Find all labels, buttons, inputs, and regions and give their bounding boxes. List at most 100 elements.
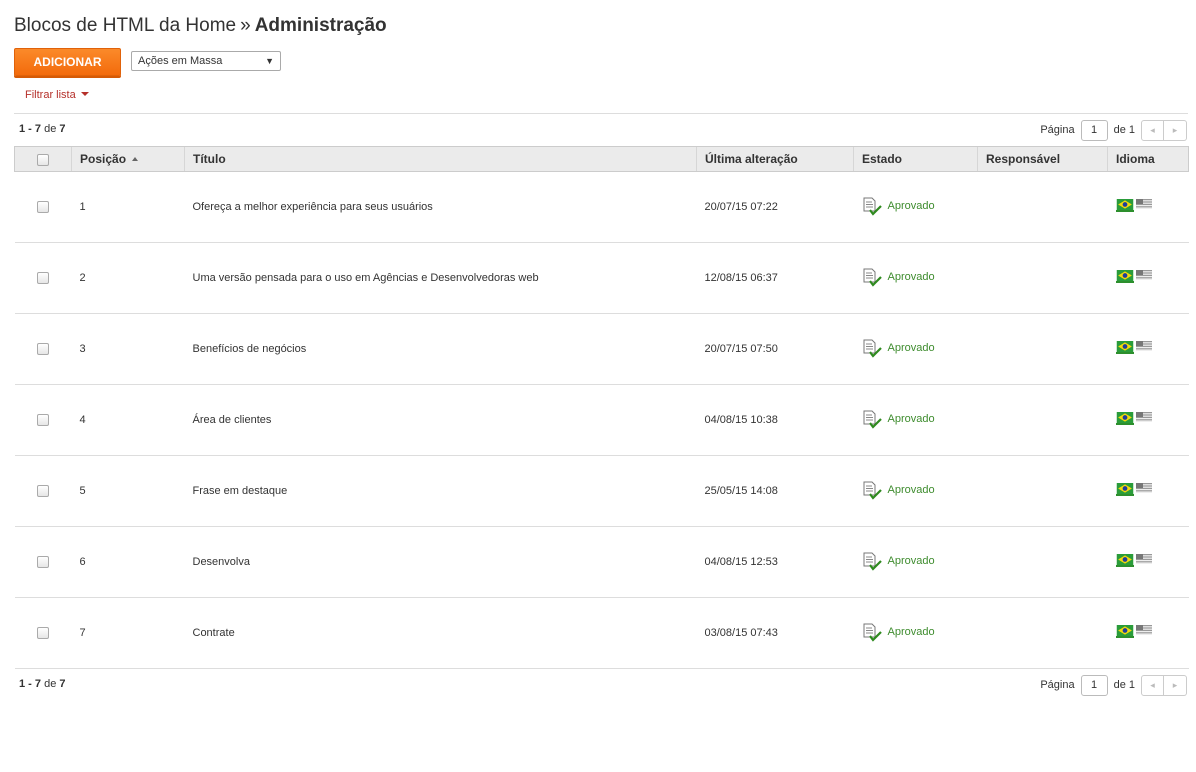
flag-usa-icon[interactable] xyxy=(1135,554,1152,564)
table-row: 2 Uma versão pensada para o uso em Agênc… xyxy=(14,242,1189,314)
breadcrumb-current: Administração xyxy=(254,15,387,36)
flag-usa-icon[interactable] xyxy=(1135,412,1152,422)
page-label: Página xyxy=(1040,124,1075,136)
status-label: Aprovado xyxy=(887,270,935,283)
row-checkbox[interactable] xyxy=(37,627,49,640)
pagination-bottom: Página 1 de 1 ◂ ▸ xyxy=(1040,674,1187,696)
column-modified-label: Última alteração xyxy=(705,152,798,166)
row-modified: 20/07/15 07:22 xyxy=(696,171,854,243)
row-owner xyxy=(977,313,1108,385)
row-modified: 25/05/15 14:08 xyxy=(696,455,854,527)
row-checkbox[interactable] xyxy=(37,201,49,214)
row-modified: 12/08/15 06:37 xyxy=(696,242,854,314)
row-checkbox[interactable] xyxy=(37,485,49,498)
result-total: 7 xyxy=(59,123,66,135)
column-language: Idioma xyxy=(1107,146,1189,172)
table-header-row: Posição Título Última alteração Estado R… xyxy=(14,146,1189,172)
status-badge[interactable]: Aprovado xyxy=(862,551,935,571)
column-owner-label: Responsável xyxy=(986,152,1061,166)
select-arrow-icon: ▼ xyxy=(265,56,274,66)
row-status-cell: Aprovado xyxy=(853,242,978,314)
document-check-icon xyxy=(863,481,882,500)
prev-page-button[interactable]: ◂ xyxy=(1141,674,1164,696)
flag-brazil-icon[interactable] xyxy=(1115,554,1134,567)
row-owner xyxy=(977,455,1108,527)
row-checkbox[interactable] xyxy=(37,556,49,569)
flag-brazil-icon[interactable] xyxy=(1115,341,1134,354)
column-language-label: Idioma xyxy=(1116,152,1155,166)
status-badge[interactable]: Aprovado xyxy=(862,196,935,216)
select-all-checkbox[interactable] xyxy=(37,153,49,166)
flag-usa-icon[interactable] xyxy=(1135,625,1152,635)
add-button[interactable]: ADICIONAR xyxy=(14,48,121,76)
status-badge[interactable]: Aprovado xyxy=(862,267,935,287)
flag-brazil-icon[interactable] xyxy=(1115,483,1134,496)
page-number-input[interactable]: 1 xyxy=(1080,119,1108,141)
row-select-cell xyxy=(14,526,72,598)
flag-brazil-icon[interactable] xyxy=(1115,412,1134,425)
prev-page-button[interactable]: ◂ xyxy=(1141,119,1164,141)
next-page-button[interactable]: ▸ xyxy=(1164,119,1187,141)
row-language-cell xyxy=(1107,597,1189,669)
flag-brazil-icon[interactable] xyxy=(1115,199,1134,212)
status-badge[interactable]: Aprovado xyxy=(862,480,935,500)
row-owner xyxy=(977,526,1108,598)
status-badge[interactable]: Aprovado xyxy=(862,622,935,642)
breadcrumb[interactable]: Blocos de HTML da Home xyxy=(14,15,236,36)
status-badge[interactable]: Aprovado xyxy=(862,409,935,429)
status-badge[interactable]: Aprovado xyxy=(862,338,935,358)
row-title[interactable]: Uma versão pensada para o uso em Agência… xyxy=(184,242,697,314)
mass-actions-select[interactable]: Ações em Massa ▼ xyxy=(131,51,281,71)
flag-brazil-icon[interactable] xyxy=(1115,270,1134,283)
column-status[interactable]: Estado xyxy=(853,146,978,172)
breadcrumb-separator: » xyxy=(240,15,251,36)
row-title[interactable]: Área de clientes xyxy=(184,384,697,456)
row-checkbox[interactable] xyxy=(37,272,49,285)
language-flags xyxy=(1115,625,1152,638)
status-label: Aprovado xyxy=(887,412,935,425)
row-title[interactable]: Contrate xyxy=(184,597,697,669)
column-owner[interactable]: Responsável xyxy=(977,146,1108,172)
flag-usa-icon[interactable] xyxy=(1135,270,1152,280)
row-checkbox[interactable] xyxy=(37,343,49,356)
row-position: 4 xyxy=(71,384,185,456)
row-language-cell xyxy=(1107,455,1189,527)
column-title[interactable]: Título xyxy=(184,146,697,172)
document-check-icon xyxy=(863,268,882,287)
result-of-label: de xyxy=(44,678,57,690)
status-label: Aprovado xyxy=(887,554,935,567)
table-row: 7 Contrate 03/08/15 07:43 Aprovado xyxy=(14,597,1189,669)
page-number-input[interactable]: 1 xyxy=(1080,674,1108,696)
result-count-top: 1 - 7 de 7 xyxy=(19,123,66,135)
row-title[interactable]: Benefícios de negócios xyxy=(184,313,697,385)
row-select-cell xyxy=(14,384,72,456)
row-owner xyxy=(977,597,1108,669)
row-select-cell xyxy=(14,242,72,314)
row-select-cell xyxy=(14,171,72,243)
row-checkbox[interactable] xyxy=(37,414,49,427)
language-flags xyxy=(1115,412,1152,425)
row-title[interactable]: Frase em destaque xyxy=(184,455,697,527)
column-position[interactable]: Posição xyxy=(71,146,185,172)
next-page-button[interactable]: ▸ xyxy=(1164,674,1187,696)
row-status-cell: Aprovado xyxy=(853,313,978,385)
language-flags xyxy=(1115,483,1152,496)
status-label: Aprovado xyxy=(887,483,935,496)
filter-list-toggle[interactable]: Filtrar lista xyxy=(25,89,89,101)
table-row: 5 Frase em destaque 25/05/15 14:08 Aprov… xyxy=(14,455,1189,527)
flag-usa-icon[interactable] xyxy=(1135,483,1152,493)
page-label: Página xyxy=(1040,679,1075,691)
flag-brazil-icon[interactable] xyxy=(1115,625,1134,638)
flag-usa-icon[interactable] xyxy=(1135,341,1152,351)
row-owner xyxy=(977,242,1108,314)
row-modified: 04/08/15 12:53 xyxy=(696,526,854,598)
flag-usa-icon[interactable] xyxy=(1135,199,1152,209)
row-title[interactable]: Desenvolva xyxy=(184,526,697,598)
row-status-cell: Aprovado xyxy=(853,171,978,243)
column-modified[interactable]: Última alteração xyxy=(696,146,854,172)
result-count-bottom: 1 - 7 de 7 xyxy=(19,678,66,690)
row-position: 2 xyxy=(71,242,185,314)
row-position: 3 xyxy=(71,313,185,385)
row-title[interactable]: Ofereça a melhor experiência para seus u… xyxy=(184,171,697,243)
row-position: 5 xyxy=(71,455,185,527)
